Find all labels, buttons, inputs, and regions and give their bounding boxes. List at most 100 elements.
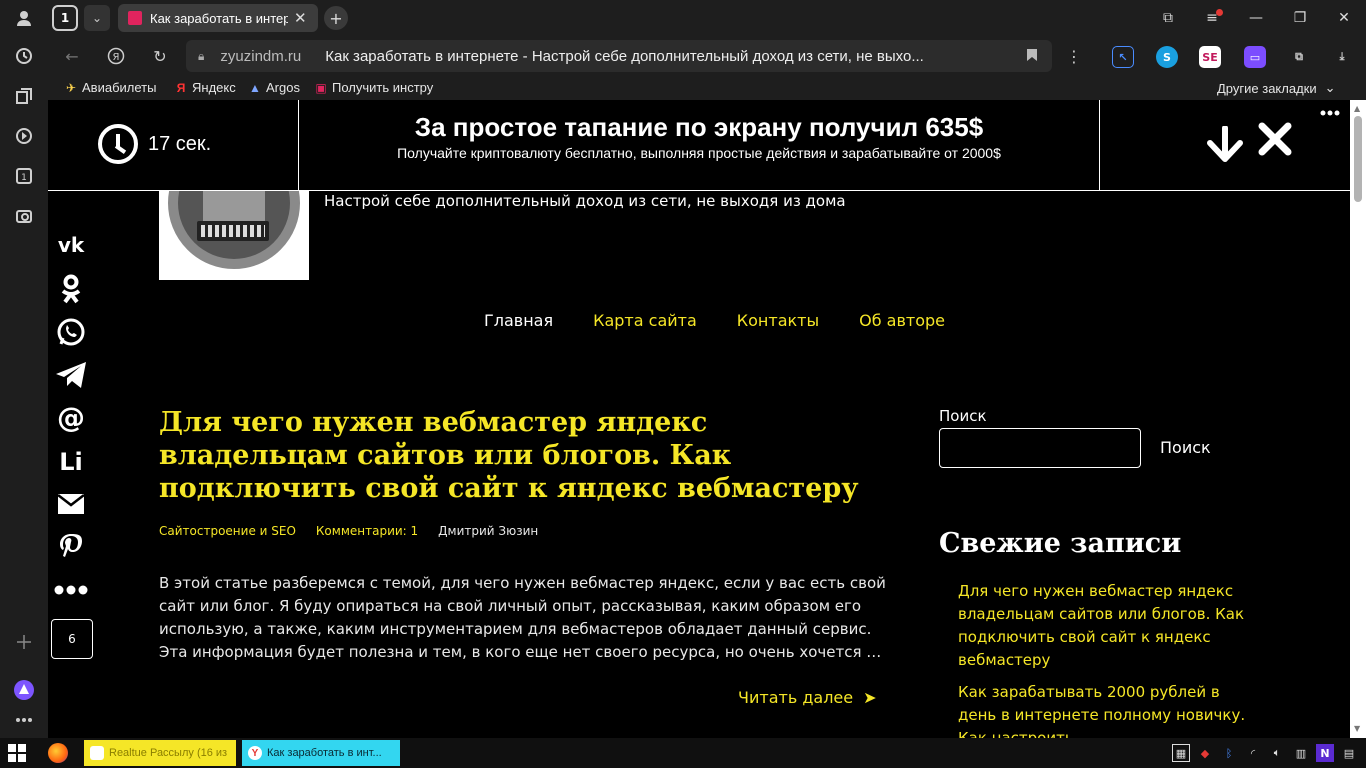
bookmark-icon[interactable]	[1026, 48, 1038, 65]
page-scrollbar[interactable]: ▲ ▼	[1350, 100, 1366, 738]
menu-icon[interactable]: ≡	[1190, 0, 1234, 36]
read-more-link[interactable]: Читать далее ➤	[738, 688, 877, 707]
system-tray: ▦ ◆ ᛒ ◜ 🔈︎ ▥ N ▤	[1172, 744, 1364, 762]
tray-bars-icon[interactable]: ▥	[1292, 744, 1310, 762]
notifications-icon[interactable]: ▤	[1340, 744, 1358, 762]
recent-post-link[interactable]: Как зарабатывать 2000 рублей в день в ин…	[958, 681, 1258, 738]
menu-item-about[interactable]: Об авторе	[859, 311, 945, 330]
article-comments[interactable]: Комментарии: 1	[316, 524, 418, 538]
extension-puzzle-icon[interactable]: ⧉	[1288, 46, 1310, 68]
extension-s-icon[interactable]: S	[1156, 46, 1178, 68]
vk-icon[interactable]: vk	[52, 228, 90, 262]
scrollbar-thumb[interactable]	[1354, 116, 1362, 202]
web-page: Настрой себе дополнительный доход из сет…	[48, 100, 1350, 738]
ad-subtext[interactable]: Получайте криптовалюту бесплатно, выполн…	[299, 145, 1099, 161]
add-panel-icon[interactable]	[12, 630, 36, 654]
bookmark-instrument[interactable]: ▣ Получить инстру	[314, 80, 440, 95]
scroll-up-icon[interactable]: ▲	[1354, 104, 1360, 113]
email-icon[interactable]	[52, 487, 90, 521]
collections-icon[interactable]	[12, 84, 36, 108]
alice-assistant-icon[interactable]	[12, 678, 36, 702]
menu-item-sitemap[interactable]: Карта сайта	[593, 311, 697, 330]
bookmark-label: Получить инстру	[332, 80, 434, 95]
back-icon[interactable]: ←	[60, 44, 84, 68]
search-input[interactable]	[939, 428, 1141, 468]
ad-timer-text: 17 сек.	[148, 132, 212, 155]
firefox-icon[interactable]	[48, 743, 68, 763]
browser-side-rail: 1	[0, 0, 48, 738]
windows-start-icon[interactable]	[8, 744, 26, 762]
screenshot-icon[interactable]	[12, 204, 36, 228]
bookmark-label: Яндекс	[192, 80, 236, 95]
bookmark-aviabilety[interactable]: ✈ Авиабилеты	[64, 80, 157, 95]
svg-text:vk: vk	[58, 233, 85, 257]
telegram-icon[interactable]	[52, 358, 90, 392]
site-logo[interactable]	[159, 191, 309, 280]
ad-banner[interactable]: 17 сек. За простое тапание по экрану пол…	[48, 100, 1350, 191]
search-button[interactable]: Поиск	[1160, 438, 1211, 457]
whatsapp-icon[interactable]	[52, 315, 90, 349]
mail-at-icon[interactable]: @	[52, 401, 90, 435]
tray-app-icon[interactable]: ▦	[1172, 744, 1190, 762]
scroll-down-icon[interactable]: ▼	[1354, 724, 1360, 733]
ad-headline[interactable]: За простое тапание по экрану получил 635…	[299, 112, 1099, 143]
close-window-icon[interactable]: ✕	[1322, 0, 1366, 36]
volume-icon[interactable]: 🔈︎	[1268, 744, 1286, 762]
ad-close-icon[interactable]	[1258, 120, 1292, 164]
article-excerpt: В этой статье разберемся с темой, для че…	[159, 574, 886, 661]
close-icon[interactable]: ✕	[294, 9, 307, 27]
taskbar-task-browser[interactable]: Y Как заработать в инт...	[242, 740, 400, 766]
more-icon[interactable]	[52, 573, 90, 607]
chevron-down-icon[interactable]: ⌄	[84, 5, 110, 31]
extension-cursor-icon[interactable]: ↖	[1112, 46, 1134, 68]
network-icon[interactable]: ◜	[1244, 744, 1262, 762]
bookmark-yandex[interactable]: Я Яндекс	[174, 80, 236, 95]
protect-icon[interactable]: ⧉	[1146, 0, 1190, 36]
ad-options-icon[interactable]	[1320, 104, 1340, 120]
menu-item-contacts[interactable]: Контакты	[737, 311, 819, 330]
downloads-icon[interactable]: ⤓	[1331, 46, 1353, 68]
minimize-icon[interactable]: —	[1234, 0, 1278, 36]
bluetooth-icon[interactable]: ᛒ	[1220, 744, 1238, 762]
task-label: Как заработать в инт...	[267, 747, 382, 759]
bookmarks-bar: ✈ Авиабилеты Я Яндекс ▲ Argos ▣ Получить инс…	[48, 76, 1366, 100]
article-category[interactable]: Сайтостроение и SEO	[159, 524, 296, 538]
site-tagline: Настрой себе дополнительный доход из сет…	[324, 192, 846, 210]
tab-strip: 1 ⌄ Как заработать в интер ✕ + ⧉ ≡ — ❐ ✕	[48, 0, 1366, 36]
restore-icon[interactable]: ❐	[1278, 0, 1322, 36]
bookmark-argos[interactable]: ▲ Argos	[248, 80, 300, 95]
history-icon[interactable]	[12, 44, 36, 68]
liveinternet-icon[interactable]: Li	[52, 444, 90, 478]
video-play-icon[interactable]	[12, 124, 36, 148]
extension-se-icon[interactable]: SE	[1199, 46, 1221, 68]
app-icon	[90, 746, 104, 760]
odnoklassniki-icon[interactable]	[52, 272, 90, 306]
pinterest-icon[interactable]	[52, 530, 90, 564]
more-icon[interactable]	[12, 708, 36, 732]
tab-counter[interactable]: 1	[52, 5, 78, 31]
yandex-browser-icon: Y	[248, 746, 262, 760]
other-bookmarks[interactable]: Другие закладки ⌄	[1217, 80, 1336, 96]
reload-icon[interactable]: ↻	[148, 44, 172, 68]
arrow-down-icon[interactable]	[1206, 125, 1244, 169]
windows-taskbar: Realtue Рассылу (16 из Y Как заработать …	[0, 738, 1366, 768]
taskbar-task-yandex-music[interactable]: Realtue Рассылу (16 из	[84, 740, 236, 766]
tray-n-icon[interactable]: N	[1316, 744, 1334, 762]
active-tab[interactable]: Как заработать в интер ✕	[118, 4, 318, 32]
search-label: Поиск	[939, 407, 987, 425]
bookmark-label: Argos	[266, 80, 300, 95]
extension-purple-icon[interactable]: ▭	[1244, 46, 1266, 68]
site-favicon-icon	[128, 11, 142, 25]
article-title[interactable]: Для чего нужен вебмастер яндекс владельц…	[159, 406, 899, 505]
menu-item-home[interactable]: Главная	[484, 311, 553, 330]
recent-post-link[interactable]: Для чего нужен вебмастер яндекс владельц…	[958, 580, 1258, 672]
profile-icon[interactable]	[12, 6, 36, 30]
yandex-home-icon[interactable]: Я	[104, 44, 128, 68]
address-bar[interactable]: 🔒︎ zyuzindm.ru Как заработать в интернет…	[186, 40, 1052, 72]
address-domain: zyuzindm.ru	[220, 47, 302, 65]
tray-red-icon[interactable]: ◆	[1196, 744, 1214, 762]
new-tab-button[interactable]: +	[324, 6, 348, 30]
kebab-menu-icon[interactable]: ⋮	[1062, 44, 1086, 68]
tabs-count-icon[interactable]: 1	[12, 164, 36, 188]
main-menu: Главная Карта сайта Контакты Об авторе	[484, 311, 985, 330]
